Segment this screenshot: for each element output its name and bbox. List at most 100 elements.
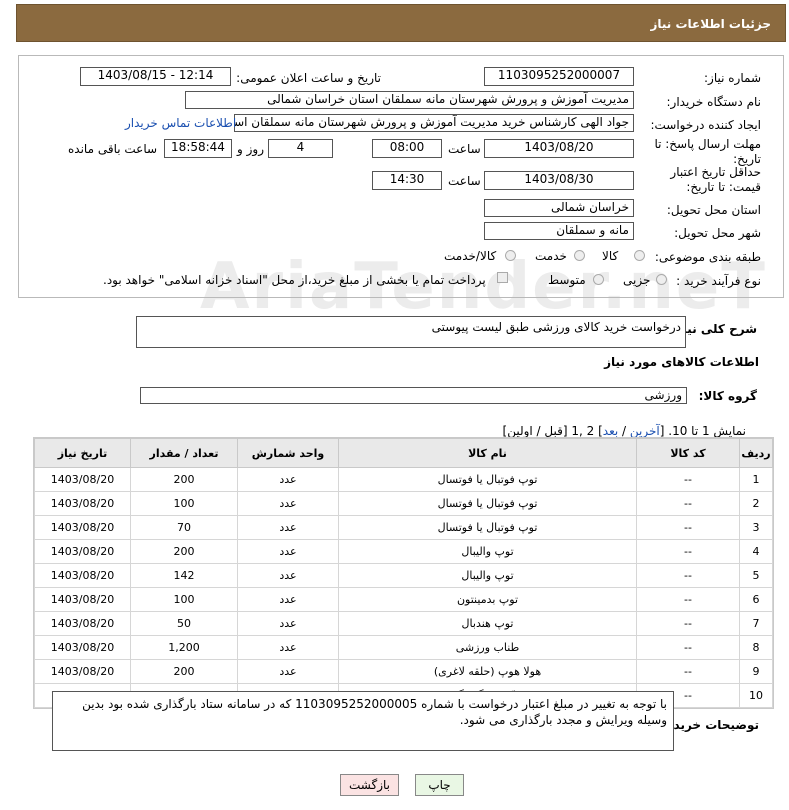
- announce-datetime-field[interactable]: 1403/08/15 - 12:14: [80, 67, 231, 86]
- col-header-code: کد کالا: [636, 438, 740, 468]
- cell-unit: عدد: [237, 467, 339, 492]
- back-button[interactable]: بازگشت: [340, 774, 399, 796]
- process-medium-label: متوسط: [548, 273, 586, 287]
- col-header-name: نام کالا: [338, 438, 637, 468]
- validity-date-field[interactable]: 1403/08/30: [484, 171, 634, 190]
- page-title: جزئیات اطلاعات نیاز: [650, 17, 771, 31]
- deadline-label: مهلت ارسال پاسخ: تا تاریخ:: [654, 137, 761, 166]
- cell-unit: عدد: [237, 515, 339, 540]
- cell-date: 1403/08/20: [34, 539, 131, 564]
- cell-name: توپ والیبال: [338, 539, 637, 564]
- cell-date: 1403/08/20: [34, 515, 131, 540]
- cell-qty: 100: [130, 491, 238, 516]
- deadline-time-field[interactable]: 08:00: [372, 139, 442, 158]
- category-service-label: خدمت: [535, 249, 567, 263]
- treasury-payment-checkbox[interactable]: [497, 272, 508, 283]
- cell-code: --: [636, 635, 740, 660]
- process-partial-label: جزیی: [623, 273, 651, 287]
- cell-name: هولا هوپ (حلقه لاغری): [338, 659, 637, 684]
- cell-unit: عدد: [237, 539, 339, 564]
- cell-date: 1403/08/20: [34, 635, 131, 660]
- cell-name: طناب ورزشی: [338, 635, 637, 660]
- buyer-contact-link[interactable]: اطلاعات تماس خریدار: [125, 116, 236, 130]
- table-row[interactable]: 8 -- طناب ورزشی عدد 1,200 1403/08/20: [34, 635, 773, 660]
- pagination-next-link[interactable]: بعد: [603, 424, 618, 438]
- need-number-label: شماره نیاز:: [704, 71, 761, 85]
- deadline-time-word: ساعت: [448, 142, 481, 156]
- validity-time-field[interactable]: 14:30: [372, 171, 442, 190]
- buyer-field[interactable]: مدیریت آموزش و پرورش شهرستان مانه سملقان…: [185, 91, 634, 109]
- table-row[interactable]: 6 -- توپ بدمینتون عدد 100 1403/08/20: [34, 587, 773, 612]
- cell-name: توپ والیبال: [338, 563, 637, 588]
- city-label: شهر محل تحویل:: [674, 226, 761, 240]
- cell-row-number: 1: [739, 467, 773, 492]
- validity-time-word: ساعت: [448, 174, 481, 188]
- cell-qty: 200: [130, 539, 238, 564]
- cell-code: --: [636, 563, 740, 588]
- goods-table: ردیف کد کالا نام کالا واحد شمارش تعداد /…: [34, 438, 773, 708]
- cell-name: توپ بدمینتون: [338, 587, 637, 612]
- cell-qty: 200: [130, 467, 238, 492]
- buyer-notes-field[interactable]: با توجه به تغییر در مبلغ اعتبار درخواست …: [52, 691, 674, 751]
- cell-date: 1403/08/20: [34, 659, 131, 684]
- days-field[interactable]: 4: [268, 139, 333, 158]
- table-row[interactable]: 5 -- توپ والیبال عدد 142 1403/08/20: [34, 563, 773, 588]
- table-row[interactable]: 1 -- توپ فوتبال یا فوتسال عدد 200 1403/08/20: [34, 467, 773, 492]
- cell-name: توپ فوتبال یا فوتسال: [338, 491, 637, 516]
- process-medium-radio[interactable]: [593, 274, 604, 285]
- col-header-unit: واحد شمارش: [237, 438, 339, 468]
- goods-section-title: اطلاعات کالاهای مورد نیاز: [604, 355, 759, 369]
- table-row[interactable]: 9 -- هولا هوپ (حلقه لاغری) عدد 200 1403/08/20: [34, 659, 773, 684]
- creator-field[interactable]: جواد الهی کارشناس خرید مدیریت آموزش و پر…: [234, 114, 634, 132]
- category-goods-label: کالا: [602, 249, 619, 263]
- table-row[interactable]: 7 -- توپ هندبال عدد 50 1403/08/20: [34, 611, 773, 636]
- cell-name: توپ فوتبال یا فوتسال: [338, 467, 637, 492]
- province-label: استان محل تحویل:: [666, 203, 761, 217]
- process-partial-radio[interactable]: [656, 274, 667, 285]
- cell-row-number: 5: [739, 563, 773, 588]
- cell-name: توپ هندبال: [338, 611, 637, 636]
- cell-date: 1403/08/20: [34, 611, 131, 636]
- deadline-date-field[interactable]: 1403/08/20: [484, 139, 634, 158]
- cell-row-number: 3: [739, 515, 773, 540]
- cell-row-number: 8: [739, 635, 773, 660]
- cell-code: --: [636, 467, 740, 492]
- description-field[interactable]: درخواست خرید کالای ورزشی طبق لیست پیوستی: [136, 316, 686, 348]
- need-number-field[interactable]: 1103095252000007: [484, 67, 634, 86]
- pagination-prefix: نمایش 1 تا 10. [: [659, 424, 746, 438]
- category-goods-service-label: کالا/خدمت: [444, 249, 497, 263]
- print-button[interactable]: چاپ: [415, 774, 464, 796]
- cell-row-number: 4: [739, 539, 773, 564]
- buyer-label: نام دستگاه خریدار:: [666, 95, 762, 109]
- category-goods-radio[interactable]: [634, 250, 645, 261]
- cell-name: توپ فوتبال یا فوتسال: [338, 515, 637, 540]
- cell-qty: 1,200: [130, 635, 238, 660]
- cell-row-number: 10: [739, 683, 773, 708]
- remaining-word: ساعت باقی مانده: [68, 142, 158, 156]
- cell-row-number: 6: [739, 587, 773, 612]
- cell-code: --: [636, 539, 740, 564]
- cell-code: --: [636, 611, 740, 636]
- cell-unit: عدد: [237, 491, 339, 516]
- category-goods-service-radio[interactable]: [505, 250, 516, 261]
- goods-group-field[interactable]: ورزشی: [140, 387, 687, 404]
- validity-label: حداقل تاریخ اعتبار قیمت: تا تاریخ:: [670, 165, 761, 194]
- cell-unit: عدد: [237, 611, 339, 636]
- col-header-qty: تعداد / مقدار: [130, 438, 238, 468]
- city-field[interactable]: مانه و سملقان: [484, 222, 634, 240]
- table-row[interactable]: 2 -- توپ فوتبال یا فوتسال عدد 100 1403/08/20: [34, 491, 773, 516]
- treasury-payment-note: پرداخت تمام یا بخشی از مبلغ خرید،از محل …: [103, 273, 486, 287]
- cell-code: --: [636, 491, 740, 516]
- table-row[interactable]: 4 -- توپ والیبال عدد 200 1403/08/20: [34, 539, 773, 564]
- col-header-date: تاریخ نیاز: [34, 438, 131, 468]
- table-row[interactable]: 3 -- توپ فوتبال یا فوتسال عدد 70 1403/08/20: [34, 515, 773, 540]
- cell-row-number: 2: [739, 491, 773, 516]
- cell-date: 1403/08/20: [34, 587, 131, 612]
- remaining-time-field[interactable]: 18:58:44: [164, 139, 232, 158]
- category-service-radio[interactable]: [574, 250, 585, 261]
- pagination-last-link[interactable]: آخرین: [630, 424, 660, 438]
- cell-date: 1403/08/20: [34, 491, 131, 516]
- days-word: روز و: [237, 142, 264, 156]
- province-field[interactable]: خراسان شمالی: [484, 199, 634, 217]
- pagination-sep: /: [618, 424, 630, 438]
